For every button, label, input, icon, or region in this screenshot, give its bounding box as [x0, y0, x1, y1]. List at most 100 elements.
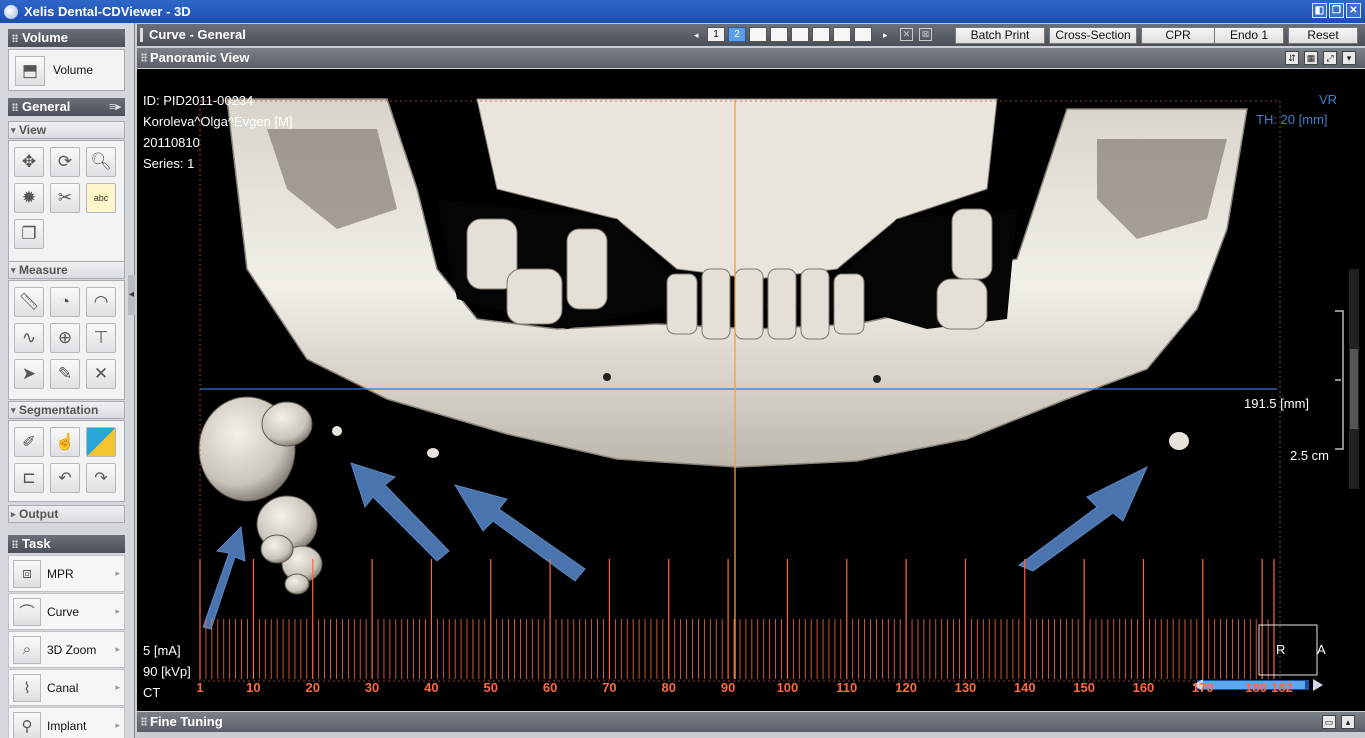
measure-tools-box: 📏︎ ◔ ◠ ∿ ⊕ ⊤ ➤ ✎ ✕ — [8, 280, 125, 400]
task-item-label: Curve — [47, 604, 80, 619]
output-subsection-header[interactable]: Output — [8, 505, 125, 523]
eraser-icon[interactable]: ✎ — [50, 359, 80, 389]
globe-icon[interactable]: ⊕ — [50, 323, 80, 353]
minimize-icon[interactable]: ◧ — [1312, 3, 1327, 18]
view-subsection-header[interactable]: View — [8, 121, 125, 139]
reset-button[interactable]: Reset — [1288, 27, 1358, 44]
patient-id: ID: PID2011-00234 — [143, 93, 254, 108]
batch-print-button[interactable]: Batch Print — [955, 27, 1045, 44]
cpr-button[interactable]: CPR — [1141, 27, 1215, 44]
annotation-arrow-1 — [202, 525, 246, 630]
mpr-icon: ⧈ — [13, 559, 41, 588]
prev-page-icon[interactable]: ◂ — [694, 28, 699, 42]
page-button-7[interactable] — [833, 27, 851, 42]
view-menu-icon[interactable]: ▾ — [1342, 51, 1356, 65]
restore-icon[interactable]: ❐ — [1329, 3, 1344, 18]
ruler-tick-label: 150 — [1073, 680, 1095, 695]
task-item-implant[interactable]: ⚲ Implant ▸ — [8, 707, 125, 738]
zoom-icon[interactable]: 🔍︎ — [86, 147, 116, 177]
panoramic-viewport[interactable]: ID: PID2011-00234 Koroleva^Olga^Evgen [M… — [137, 69, 1365, 711]
annotation-arrows — [202, 462, 1149, 630]
pen-icon[interactable]: ✐ — [14, 427, 44, 457]
page-button-5[interactable] — [791, 27, 809, 42]
curve-title: Curve - General — [140, 27, 246, 42]
page-button-8[interactable] — [854, 27, 872, 42]
scrollbar-thumb[interactable] — [1350, 349, 1358, 429]
ruler-tick-label: 180 — [1245, 680, 1267, 695]
app-logo-icon — [4, 4, 18, 19]
ruler-tick-label: 130 — [954, 680, 977, 695]
clip-icon[interactable]: ⊏ — [14, 463, 44, 493]
panel-menu-icon[interactable]: ≡▸ — [109, 98, 121, 116]
series-number: Series: 1 — [143, 156, 195, 171]
patient-name: Koroleva^Olga^Evgen [M] — [143, 114, 293, 129]
tube-voltage-label: 90 [kVp] — [143, 664, 191, 679]
ruler-tick-label: 30 — [364, 680, 380, 695]
segmentation-subsection-label: Segmentation — [19, 403, 99, 417]
patient-info: ID: PID2011-00234 Koroleva^Olga^Evgen [M… — [143, 90, 293, 174]
view-scrollbar[interactable] — [1349, 269, 1359, 489]
angle-icon[interactable]: ◠ — [86, 287, 116, 317]
endo-button[interactable]: Endo 1 — [1214, 27, 1284, 44]
pointer-label-icon[interactable]: ⊤ — [86, 323, 116, 353]
volume-button-label: Volume — [53, 63, 94, 77]
tape-measure-icon[interactable]: ◔ — [50, 287, 80, 317]
volume-section-header[interactable]: Volume — [8, 29, 125, 47]
volume-button[interactable]: ⬒ Volume — [8, 49, 125, 91]
redo-icon[interactable]: ↷ — [86, 463, 116, 493]
mental-foramen-left — [603, 373, 611, 381]
segmentation-subsection-header[interactable]: Segmentation — [8, 401, 125, 419]
page-button-6[interactable] — [812, 27, 830, 42]
cross-section-button[interactable]: Cross-Section — [1049, 27, 1137, 44]
brightness-icon[interactable]: ✹ — [14, 183, 44, 213]
ruler-tick-label: 70 — [602, 680, 617, 695]
page-button-1[interactable]: 1 — [707, 27, 725, 42]
layers-icon[interactable] — [86, 427, 116, 457]
page-button-3[interactable] — [749, 27, 767, 42]
undo-icon[interactable]: ↶ — [50, 463, 80, 493]
position-ruler[interactable] — [199, 559, 1275, 679]
measure-subsection-header[interactable]: Measure — [8, 261, 125, 279]
general-section-header[interactable]: General ≡▸ — [8, 98, 125, 116]
task-section-header[interactable]: Task — [8, 535, 125, 553]
task-section-title: Task — [22, 536, 51, 551]
panoramic-3d-render[interactable] — [137, 69, 1365, 711]
general-section-title: General — [22, 99, 71, 114]
scale-bar — [1335, 310, 1344, 450]
copy-icon[interactable]: ❐ — [14, 219, 44, 249]
chevron-right-icon: ▸ — [115, 568, 120, 578]
ruler-icon[interactable]: 📏︎ — [14, 287, 44, 317]
close-layout-icon[interactable]: ✕ — [900, 28, 913, 41]
page-button-4[interactable] — [770, 27, 788, 42]
panel-collapse-handle[interactable]: ◂ — [128, 275, 135, 315]
move-icon[interactable]: ✥ — [14, 147, 44, 177]
fine-tuning-layout-icon[interactable]: ▭ — [1322, 715, 1336, 729]
small-calcification-1 — [332, 426, 342, 436]
task-item-curve[interactable]: ⌒ Curve ▸ — [8, 593, 125, 630]
export-icon[interactable]: ⇵ — [1285, 51, 1299, 65]
slider-right-arrow-icon[interactable] — [1313, 679, 1323, 691]
next-page-icon[interactable]: ▸ — [883, 28, 888, 42]
profile-icon[interactable]: ∿ — [14, 323, 44, 353]
chevron-right-icon: ▸ — [115, 720, 120, 730]
arrow-cursor-icon[interactable]: ➤ — [14, 359, 44, 389]
close-icon[interactable]: ✕ — [1346, 3, 1361, 18]
fine-tuning-header[interactable]: Fine Tuning ▭ ▴ — [137, 712, 1365, 732]
text-annotation-icon[interactable]: abc — [86, 183, 116, 213]
ruler-tick-label: 10 — [246, 680, 261, 695]
delete-icon[interactable]: ✕ — [86, 359, 116, 389]
page-button-2[interactable]: 2 — [728, 27, 746, 42]
fine-tuning-expand-icon[interactable]: ▴ — [1341, 715, 1355, 729]
task-item-3d-zoom[interactable]: ⌕ 3D Zoom ▸ — [8, 631, 125, 668]
fine-tuning-title: Fine Tuning — [141, 714, 223, 729]
window-controls: ◧ ❐ ✕ — [1312, 3, 1361, 18]
scissors-icon[interactable]: ✂ — [50, 183, 80, 213]
task-item-mpr[interactable]: ⧈ MPR ▸ — [8, 555, 125, 592]
close-all-icon[interactable]: ⊠ — [919, 28, 932, 41]
task-item-canal[interactable]: ⌇ Canal ▸ — [8, 669, 125, 706]
rotate-icon[interactable]: ⟳ — [50, 147, 80, 177]
view-subsection-label: View — [19, 123, 47, 137]
hand-select-icon[interactable]: ☝ — [50, 427, 80, 457]
maximize-view-icon[interactable]: ⤢ — [1323, 51, 1337, 65]
grid-layout-icon[interactable]: ▦ — [1304, 51, 1318, 65]
